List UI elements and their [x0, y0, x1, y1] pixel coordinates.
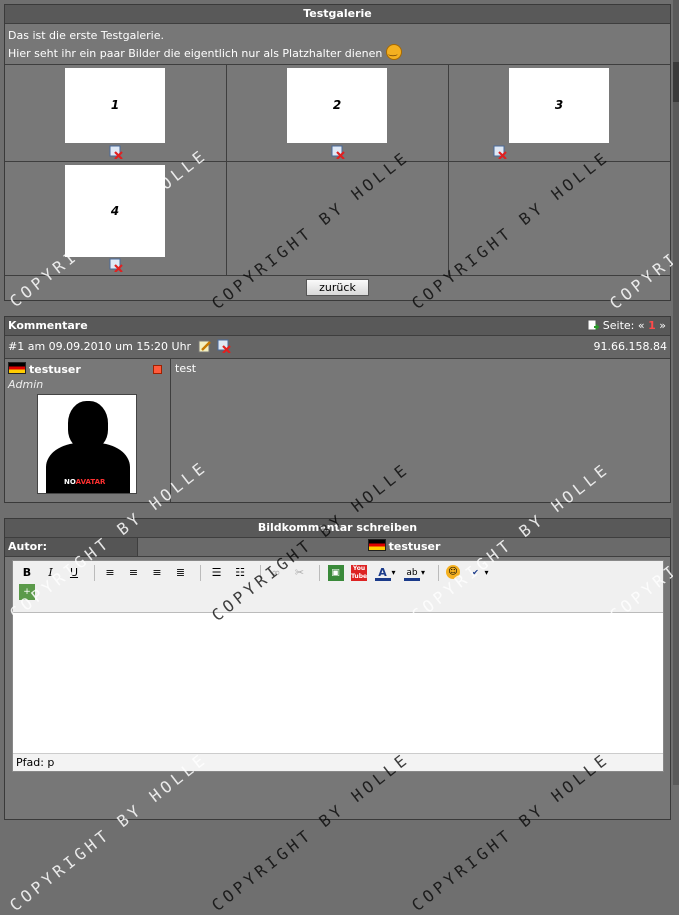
author-value: testuser	[388, 540, 441, 553]
author-row: Autor: testuser	[5, 538, 670, 557]
page-content: Testgalerie Das ist die erste Testgaleri…	[4, 4, 671, 820]
align-center-icon[interactable]: ≡	[126, 565, 142, 581]
chevron-down-icon[interactable]: ▾	[391, 565, 397, 581]
status-indicator-icon	[153, 365, 162, 374]
delete-image-icon[interactable]	[109, 145, 123, 159]
scrollbar[interactable]	[673, 0, 679, 785]
comment-editor: B I U ≡ ≡ ≡ ≣ ☰ ☷ ∞ ✂ ▣ You Tube A ▾ ab ▾	[12, 560, 664, 772]
page-current[interactable]: 1	[648, 319, 656, 332]
underline-button[interactable]: U	[66, 565, 82, 581]
editor-path: Pfad: p	[13, 753, 663, 771]
flag-icon	[367, 539, 386, 551]
page-label: Seite:	[602, 319, 635, 332]
delete-image-icon[interactable]	[493, 145, 507, 159]
comments-header: Kommentare Seite: « 1 »	[5, 317, 670, 336]
highlight-color-icon[interactable]: ab	[404, 565, 420, 581]
avatar: NOAVATAR	[37, 394, 137, 494]
unlink-icon[interactable]: ✂	[292, 565, 308, 581]
comment-ip: 91.66.158.84	[593, 340, 667, 353]
comment-body: testuser Admin NOAVATAR test	[5, 359, 670, 502]
empty-cell	[227, 162, 449, 276]
intro-line-2: Hier seht ihr ein paar Bilder die eigent…	[8, 44, 667, 62]
chevron-down-icon[interactable]: ▾	[484, 565, 490, 581]
editor-text-area[interactable]	[13, 613, 663, 749]
back-button[interactable]: zurück	[306, 279, 369, 296]
comment-date: #1 am 09.09.2010 um 15:20 Uhr	[8, 340, 192, 353]
avatar-label: NOAVATAR	[64, 478, 106, 486]
scrollbar-thumb[interactable]	[673, 62, 679, 102]
write-comment-panel: Bildkommentar schreiben Autor: testuser …	[4, 518, 671, 820]
flag-icon	[8, 362, 26, 374]
edit-icon[interactable]	[198, 339, 212, 353]
user-box: testuser Admin NOAVATAR	[5, 359, 171, 502]
intro-line-1: Das ist die erste Testgalerie.	[8, 29, 164, 42]
new-comment-icon[interactable]	[587, 319, 600, 331]
user-rank: Admin	[8, 378, 44, 391]
thumbnail-cell: 2	[227, 65, 449, 162]
back-row: zurück	[5, 276, 670, 300]
editor-toolbar: B I U ≡ ≡ ≡ ≣ ☰ ☷ ∞ ✂ ▣ You Tube A ▾ ab ▾	[13, 561, 663, 613]
gallery-title: Testgalerie	[5, 5, 670, 24]
spellcheck-icon[interactable]: ✔	[468, 565, 484, 581]
author-value-box: testuser	[138, 538, 670, 556]
thumbnail-image[interactable]: 3	[509, 68, 609, 143]
link-icon[interactable]: ∞	[268, 565, 284, 581]
align-left-icon[interactable]: ≡	[102, 565, 118, 581]
youtube-icon[interactable]: You Tube	[351, 565, 367, 581]
chevron-down-icon[interactable]: ▾	[420, 565, 426, 581]
thumbnail-image[interactable]: 2	[287, 68, 387, 143]
pagination: Seite: « 1 »	[587, 317, 666, 335]
page-prev[interactable]: «	[638, 319, 645, 332]
comment-meta-bar: #1 am 09.09.2010 um 15:20 Uhr 91.66.158.…	[5, 336, 670, 359]
italic-button[interactable]: I	[43, 565, 59, 581]
emoticon-icon[interactable]: ☺	[446, 565, 460, 579]
write-comment-title: Bildkommentar schreiben	[5, 519, 670, 538]
numbered-list-icon[interactable]: ☷	[232, 565, 248, 581]
comments-panel: Kommentare Seite: « 1 » #1 am 09.09.2010…	[4, 316, 671, 503]
delete-image-icon[interactable]	[331, 145, 345, 159]
insert-image-plus-icon[interactable]: +	[19, 584, 35, 600]
gallery-intro: Das ist die erste Testgalerie. Hier seht…	[5, 24, 670, 65]
align-right-icon[interactable]: ≡	[149, 565, 165, 581]
bold-button[interactable]: B	[19, 565, 35, 581]
align-justify-icon[interactable]: ≣	[173, 565, 189, 581]
delete-comment-icon[interactable]	[217, 339, 231, 354]
bullet-list-icon[interactable]: ☰	[209, 565, 225, 581]
thumbnail-cell: 3	[449, 65, 670, 162]
gallery-panel: Testgalerie Das ist die erste Testgaleri…	[4, 4, 671, 301]
smiley-icon	[385, 44, 402, 60]
thumbnail-cell: 1	[5, 65, 227, 162]
image-icon[interactable]: ▣	[327, 565, 344, 581]
comment-text: test	[175, 362, 197, 375]
comments-title: Kommentare	[8, 319, 88, 332]
page-next[interactable]: »	[659, 319, 666, 332]
text-color-icon[interactable]: A	[374, 565, 391, 581]
thumbnail-image[interactable]: 4	[65, 165, 165, 257]
thumbnail-cell: 4	[5, 162, 227, 276]
thumbnail-image[interactable]: 1	[65, 68, 165, 143]
empty-cell	[449, 162, 670, 276]
thumbnail-grid: 1 2 3 4	[5, 65, 670, 276]
comment-username[interactable]: testuser	[29, 363, 81, 376]
author-label: Autor:	[5, 538, 138, 556]
delete-image-icon[interactable]	[109, 258, 123, 272]
